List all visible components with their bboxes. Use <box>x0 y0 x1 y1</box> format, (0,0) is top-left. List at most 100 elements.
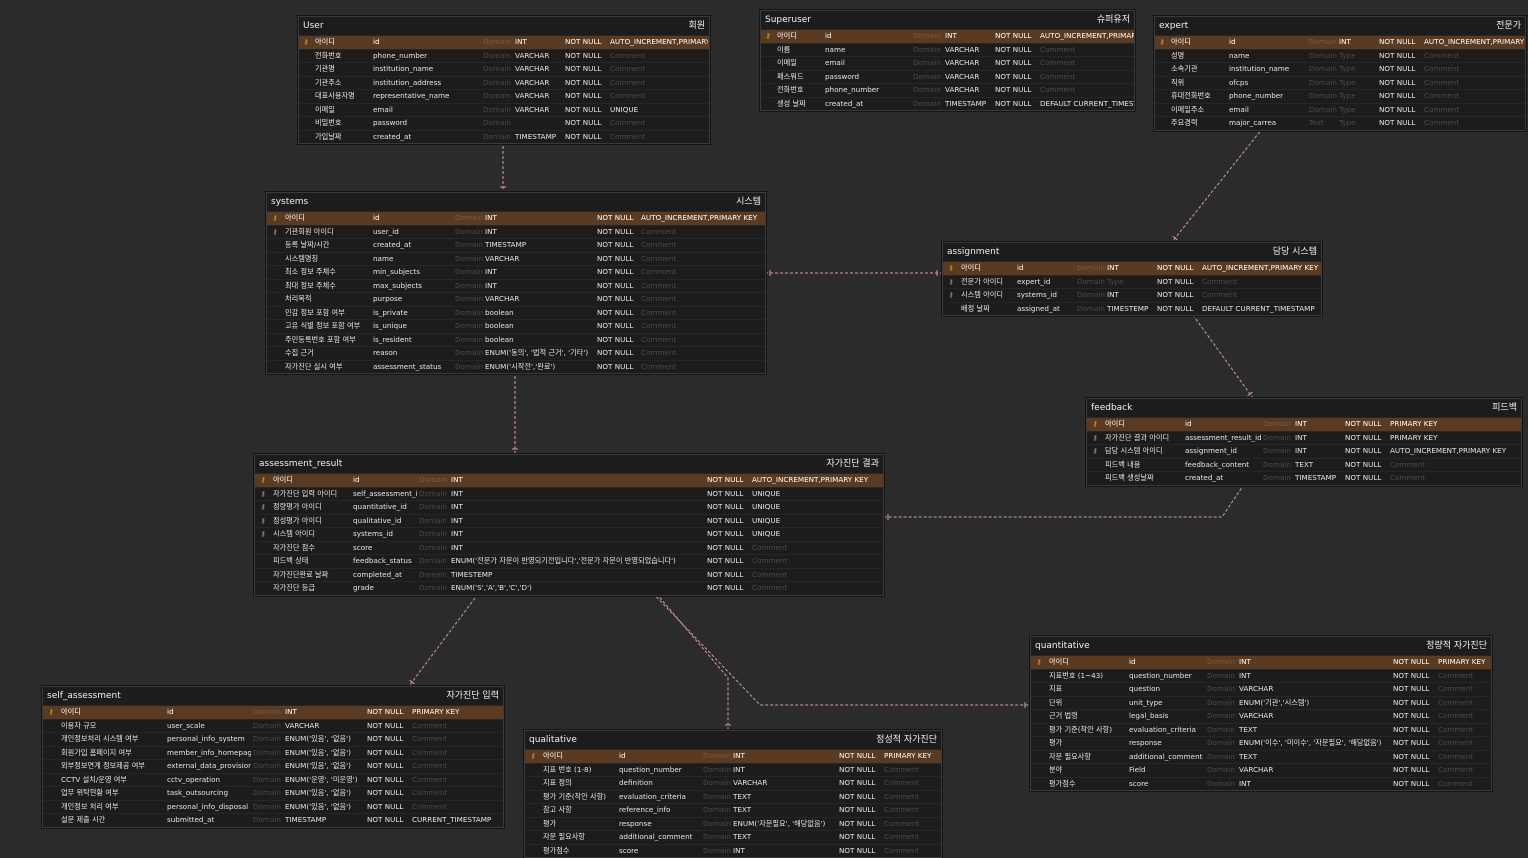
column-row[interactable]: ⚷ 아이디 id Domain INT NOT NULL PRIMARY KEY <box>1031 655 1491 669</box>
table-header[interactable]: expert 전문가 <box>1155 17 1525 35</box>
column-row[interactable]: 기관주소 institution_address Domain VARCHAR NOT … <box>299 75 709 90</box>
table-header[interactable]: Superuser 슈퍼유저 <box>761 11 1134 29</box>
column-row[interactable]: 비밀번호 password Domain NOT NULL Comment <box>299 116 709 130</box>
column-row[interactable]: 평가 response Domain ENUM('자문필요', '해당없음') NOT … <box>525 816 941 831</box>
relation-assessment-result-qualitative[interactable] <box>649 585 729 730</box>
table-assignment[interactable]: assignment 담당 시스템 ⚷ 아이디 id Domain INT NOT NULL A… <box>942 242 1322 316</box>
table-quantitative[interactable]: quantitative 정량적 자가진단 ⚷ 아이디 id Domain INT NOT N… <box>1030 636 1492 791</box>
column-row[interactable]: 지표번호 (1~43) question_number Domain INT NOT N… <box>1031 668 1491 683</box>
relation-assignment-feedback[interactable] <box>1189 310 1254 399</box>
table-header[interactable]: assignment 담당 시스템 <box>943 243 1321 261</box>
column-row[interactable]: 가입날짜 created_at Domain TIMESTAMP NOT NULL Com… <box>299 129 709 144</box>
table-header[interactable]: quantitative 정량적 자가진단 <box>1031 637 1491 655</box>
column-row[interactable]: ⚷ 담당 시스템 아이디 assignment_id Domain INT NOT NUL… <box>1087 444 1521 458</box>
table-superuser[interactable]: Superuser 슈퍼유저 ⚷ 아이디 id Domain INT NOT NULL AUTO… <box>760 10 1135 111</box>
table-feedback[interactable]: feedback 피드백 ⚷ 아이디 id Domain INT NOT NULL PRIMAR… <box>1086 398 1522 486</box>
column-row[interactable]: 이메일 email Domain VARCHAR NOT NULL Comment <box>761 56 1134 70</box>
column-row[interactable]: 평가점수 score Domain INT NOT NULL Comment <box>525 843 941 858</box>
column-row[interactable]: 피드백 생성날짜 created_at Domain TIMESTAMP NOT NUL… <box>1087 471 1521 485</box>
column-row[interactable]: ⚷ 아이디 id Domain INT NOT NULL AUTO_INCREMENT,PR… <box>255 473 883 487</box>
column-row[interactable]: 지표 번호 (1-8) question_number Domain INT NOT N… <box>525 762 941 777</box>
table-header[interactable]: assessment_result 자가진단 결과 <box>255 455 883 473</box>
table-header[interactable]: qualitative 정성적 자가진단 <box>525 731 941 749</box>
column-row[interactable]: ⚷ 시스템 아이디 systems_id Domain INT NOT NULL Comme… <box>943 288 1321 302</box>
column-row[interactable]: 업무 위탁현황 여부 task_outsourcing Domain ENUM('있음… <box>43 786 503 800</box>
column-row[interactable]: 개인정보 처리 여부 personal_info_disposal Domain EN… <box>43 799 503 814</box>
column-row[interactable]: 성명 name Domain Type NOT NULL Comment <box>1155 48 1525 63</box>
column-row[interactable]: 근거 법령 legal_basis Domain VARCHAR NOT NULL Com… <box>1031 709 1491 723</box>
column-row[interactable]: 직위 ofcps Domain Type NOT NULL Comment <box>1155 75 1525 90</box>
column-row[interactable]: 참고 사항 reference_info Domain TEXT NOT NULL Com… <box>525 803 941 817</box>
table-header[interactable]: systems 시스템 <box>267 193 765 211</box>
column-row[interactable]: 이메일 email Domain VARCHAR NOT NULL UNIQUE <box>299 102 709 117</box>
column-row[interactable]: 생성 날짜 created_at Domain TIMESTAMP NOT NULL DE… <box>761 96 1134 111</box>
relation-assessment-result-self-assessment[interactable] <box>408 585 485 687</box>
column-row[interactable]: ⚷ 시스템 아이디 systems_id Domain INT NOT NULL UNIQU… <box>255 527 883 541</box>
column-row[interactable]: 주요경력 major_carrea Text Type NOT NULL Comment <box>1155 116 1525 130</box>
column-row[interactable]: ⚷ 자가진단 결과 아이디 assessment_result_id Domain IN… <box>1087 430 1521 445</box>
column-row[interactable]: 이용자 규모 user_scale Domain VARCHAR NOT NULL Com… <box>43 718 503 733</box>
column-row[interactable]: 패스워드 password Domain VARCHAR NOT NULL Comment <box>761 69 1134 84</box>
column-row[interactable]: 지표 question Domain VARCHAR NOT NULL Comment <box>1031 682 1491 696</box>
column-row[interactable]: 등록 날짜/시간 created_at Domain TIMESTAMP NOT NUL… <box>267 238 765 252</box>
erd-canvas[interactable]: User 회원 ⚷ 아이디 id Domain INT NOT NULL AUTO_INCREM… <box>0 0 1528 858</box>
table-self-assessment[interactable]: self_assessment 자가진단 입력 ⚷ 아이디 id Domain INT NOT… <box>42 686 504 828</box>
column-row[interactable]: 자가진단 점수 score Domain INT NOT NULL Comment <box>255 540 883 555</box>
column-row[interactable]: ⚷ 아이디 id Domain INT NOT NULL AUTO_INCREMENT,PR… <box>1155 35 1525 49</box>
table-user[interactable]: User 회원 ⚷ 아이디 id Domain INT NOT NULL AUTO_INCREM… <box>298 16 710 144</box>
column-row[interactable]: CCTV 설치/운영 여부 cctv_operation Domain ENUM('운… <box>43 772 503 787</box>
column-row[interactable]: ⚷ 아이디 id Domain INT NOT NULL AUTO_INCREMENT,PR… <box>267 211 765 225</box>
column-row[interactable]: 소속기관 institution_name Domain Type NOT NULL Co… <box>1155 62 1525 76</box>
column-row[interactable]: 대표사용자명 representative_name Domain VARCHAR NO… <box>299 89 709 103</box>
column-row[interactable]: ⚷ 정량평가 아이디 quantitative_id Domain INT NOT NUL… <box>255 500 883 514</box>
column-row[interactable]: ⚷ 아이디 id Domain INT NOT NULL AUTO_INCREMENT,PR… <box>299 35 709 49</box>
column-row[interactable]: 최대 정보 주체수 max_subjects Domain INT NOT NULL Co… <box>267 278 765 293</box>
table-assessment-result[interactable]: assessment_result 자가진단 결과 ⚷ 아이디 id Domain INT N… <box>254 454 884 596</box>
relation-feedback-assessment-result[interactable] <box>883 479 1248 518</box>
column-row[interactable]: 자가진단 등급 grade Domain ENUM('S','A','B','C','… <box>255 581 883 595</box>
table-header[interactable]: feedback 피드백 <box>1087 399 1521 417</box>
column-row[interactable]: 자가진단완료 날짜 completed_at Domain TIMESTEMP NOT … <box>255 567 883 582</box>
column-row[interactable]: ⚷ 아이디 id Domain INT NOT NULL PRIMARY KEY <box>43 705 503 719</box>
column-row[interactable]: 평가 response Domain ENUM('이수', '미이수', '자문필요'… <box>1031 736 1491 750</box>
table-header[interactable]: self_assessment 자가진단 입력 <box>43 687 503 705</box>
relation-assessment-result-quantitative[interactable] <box>645 585 1030 706</box>
column-row[interactable]: 수집 근거 reason Domain ENUM('동의', '법적 근거', '기타… <box>267 346 765 360</box>
column-row[interactable]: ⚷ 아이디 id Domain INT NOT NULL AUTO_INCREMENT,PR… <box>761 29 1134 43</box>
column-row[interactable]: 주민등록번호 포함 여부 is_resident Domain boolean NOT … <box>267 332 765 347</box>
column-row[interactable]: 분야 Field Domain VARCHAR NOT NULL Comment <box>1031 763 1491 777</box>
column-row[interactable]: 민감 정보 포함 여부 is_private Domain boolean NOT NU… <box>267 305 765 320</box>
column-row[interactable]: 평가 기준(착안 사항) evaluation_criteria Domain TEX… <box>525 789 941 804</box>
column-row[interactable]: 회원가입 홈페이지 여부 member_info_homepage Domain EN… <box>43 745 503 760</box>
column-row[interactable]: 처리목적 purpose Domain VARCHAR NOT NULL Comment <box>267 292 765 306</box>
table-expert[interactable]: expert 전문가 ⚷ 아이디 id Domain INT NOT NULL AUTO_INC… <box>1154 16 1526 131</box>
column-row[interactable]: 설문 제출 시간 submitted_at Domain TIMESTAMP NOT N… <box>43 813 503 827</box>
column-row[interactable]: 자문 필요사항 additional_comment Domain TEXT NOT N… <box>1031 749 1491 764</box>
column-row[interactable]: ⚷ 전문가 아이디 expert_id Domain Type NOT NULL Comme… <box>943 274 1321 289</box>
table-qualitative[interactable]: qualitative 정성적 자가진단 ⚷ 아이디 id Domain INT NOT NU… <box>524 730 942 858</box>
column-row[interactable]: 시스템명칭 name Domain VARCHAR NOT NULL Comment <box>267 251 765 266</box>
column-row[interactable]: 피드백 상태 feedback_status Domain ENUM('전문가 자문이… <box>255 554 883 568</box>
relation-expert-assignment[interactable] <box>1171 123 1267 243</box>
column-row[interactable]: 자가진단 실시 여부 assessment_status Domain ENUM('시… <box>267 359 765 374</box>
column-row[interactable]: ⚷ 아이디 id Domain INT NOT NULL AUTO_INCREMENT,PR… <box>943 261 1321 275</box>
column-row[interactable]: 외부정보연계 정보제공 여부 external_data_provision Dom… <box>43 759 503 773</box>
column-row[interactable]: 피드백 내용 feedback_content Domain TEXT NOT NULL… <box>1087 457 1521 472</box>
column-row[interactable]: 지표 정의 definition Domain VARCHAR NOT NULL Comm… <box>525 776 941 790</box>
column-row[interactable]: ⚷ 아이디 id Domain INT NOT NULL PRIMARY KEY <box>1087 417 1521 431</box>
column-row[interactable]: 배정 날짜 assigned_at Domain TIMESTEMP NOT NULL D… <box>943 301 1321 316</box>
column-row[interactable]: 고유 식별 정보 포함 여부 is_unique Domain boolean NOT … <box>267 319 765 333</box>
column-row[interactable]: 전화번호 phone_number Domain VARCHAR NOT NULL Com… <box>299 48 709 63</box>
column-row[interactable]: 이름 name Domain VARCHAR NOT NULL Comment <box>761 42 1134 57</box>
column-row[interactable]: 자문 필요사항 additional_comment Domain TEXT NOT N… <box>525 830 941 844</box>
column-row[interactable]: ⚷ 아이디 id Domain INT NOT NULL PRIMARY KEY <box>525 749 941 763</box>
column-row[interactable]: 최소 정보 주체수 min_subjects Domain INT NOT NULL Co… <box>267 265 765 279</box>
column-row[interactable]: 평가점수 score Domain INT NOT NULL Comment <box>1031 776 1491 791</box>
column-row[interactable]: 단위 unit_type Domain ENUM('기관','시스템') NOT NUL… <box>1031 695 1491 710</box>
column-row[interactable]: 평가 기준(착안 사항) evaluation_criteria Domain TEX… <box>1031 722 1491 737</box>
column-row[interactable]: 휴대전화번호 phone_number Domain Type NOT NULL Comm… <box>1155 89 1525 103</box>
column-row[interactable]: ⚷ 자가진단 입력 아이디 self_assessment_id Domain INT N… <box>255 486 883 501</box>
column-row[interactable]: 전화번호 phone_number Domain VARCHAR NOT NULL Com… <box>761 83 1134 97</box>
column-row[interactable]: ⚷ 정성평가 아이디 qualitative_id Domain INT NOT NULL… <box>255 513 883 528</box>
table-header[interactable]: User 회원 <box>299 17 709 35</box>
